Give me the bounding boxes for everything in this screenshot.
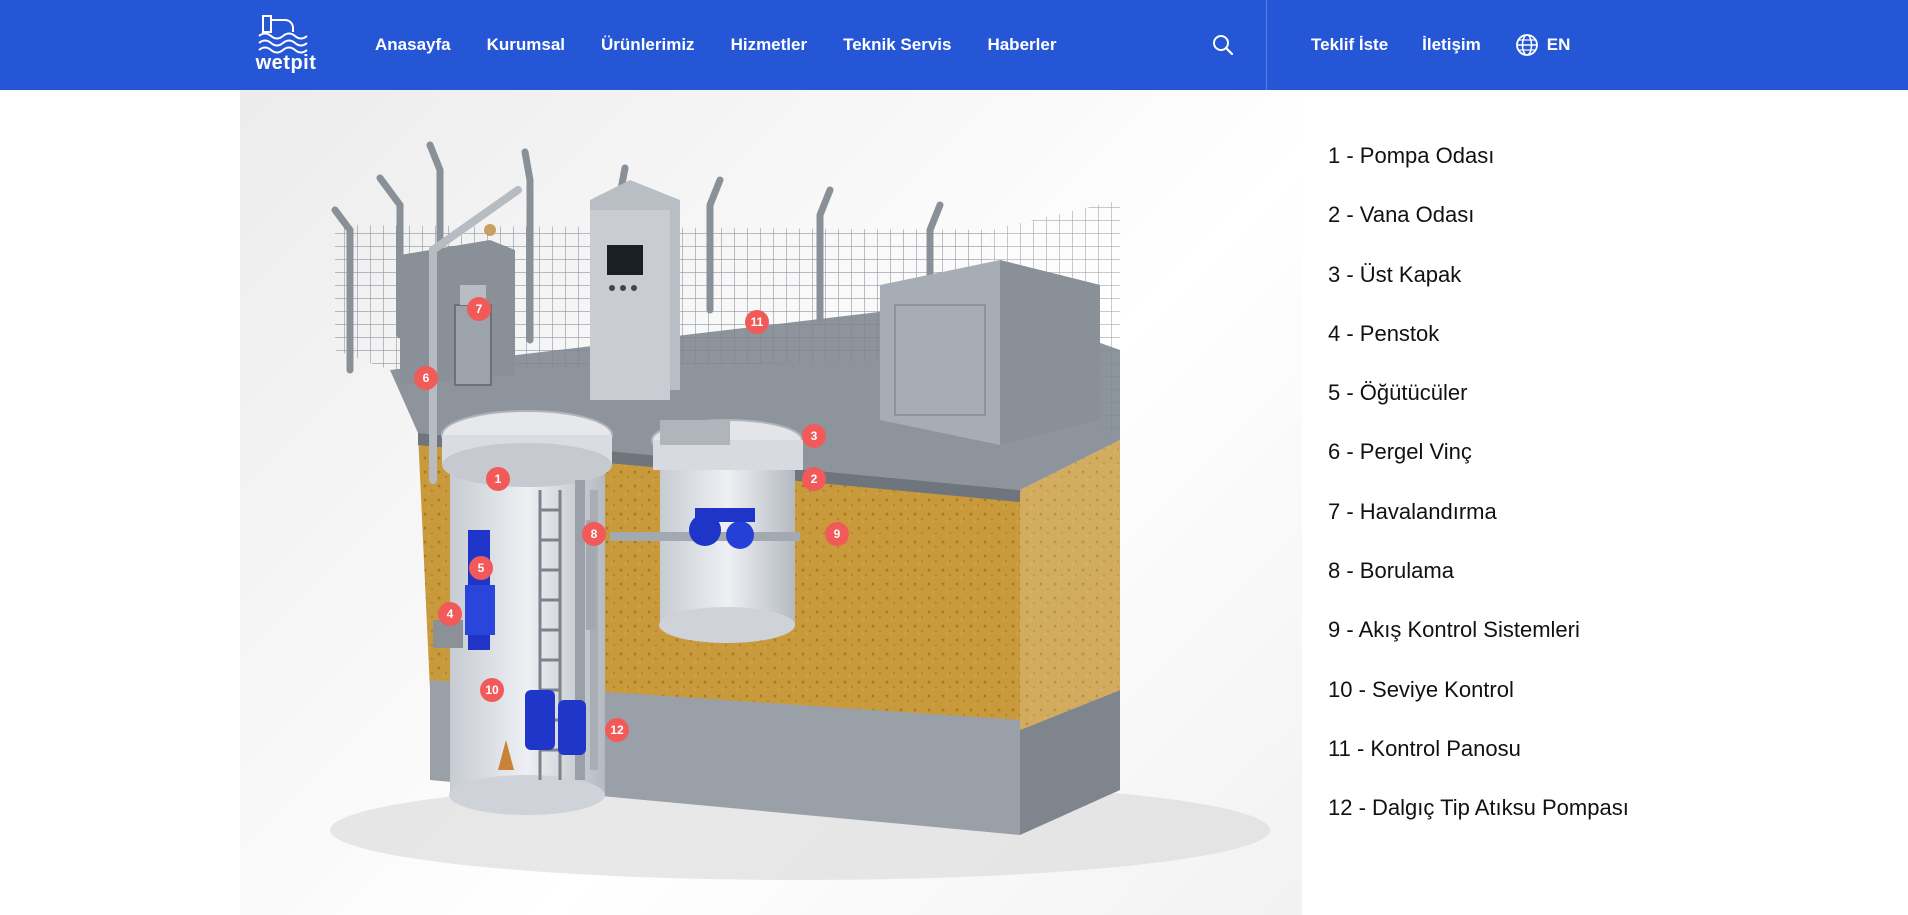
svg-text:3: 3 xyxy=(811,429,818,443)
globe-icon xyxy=(1515,34,1538,56)
nav-item-teknik-servis[interactable]: Teknik Servis xyxy=(843,35,951,55)
marker-7[interactable]: 7 xyxy=(467,297,491,321)
svg-text:12: 12 xyxy=(610,723,624,737)
contact-link[interactable]: İletişim xyxy=(1422,35,1481,55)
search-icon xyxy=(1213,35,1234,56)
nav-item-kurumsal[interactable]: Kurumsal xyxy=(487,35,565,55)
svg-text:1: 1 xyxy=(495,472,502,486)
main-nav: Anasayfa Kurumsal Ürünlerimiz Hizmetler … xyxy=(375,0,1092,90)
legend-item: 2 - Vana Odası xyxy=(1328,202,1475,228)
legend-item: 11 - Kontrol Panosu xyxy=(1328,735,1521,761)
nav-item-urunlerimiz[interactable]: Ürünlerimiz xyxy=(601,35,695,55)
svg-text:5: 5 xyxy=(478,561,485,575)
marker-9[interactable]: 9 xyxy=(825,522,849,546)
nav-item-anasayfa[interactable]: Anasayfa xyxy=(375,35,451,55)
svg-text:2: 2 xyxy=(811,472,818,486)
marker-4[interactable]: 4 xyxy=(438,602,462,626)
legend-item: 8 - Borulama xyxy=(1328,558,1454,584)
brand-logo[interactable]: wetpit xyxy=(255,14,317,76)
nav-item-hizmetler[interactable]: Hizmetler xyxy=(731,35,808,55)
svg-text:8: 8 xyxy=(591,527,598,541)
svg-text:6: 6 xyxy=(423,371,430,385)
svg-text:4: 4 xyxy=(447,607,454,621)
panel-screen xyxy=(607,245,643,275)
svg-text:9: 9 xyxy=(834,527,841,541)
marker-11[interactable]: 11 xyxy=(745,310,769,334)
search-button[interactable] xyxy=(1211,33,1235,57)
nav-item-haberler[interactable]: Haberler xyxy=(987,35,1056,55)
legend-item: 12 - Dalgıç Tip Atıksu Pompası xyxy=(1328,795,1629,821)
svg-text:10: 10 xyxy=(485,683,499,697)
component-legend: 1 - Pompa Odası 2 - Vana Odası 3 - Üst K… xyxy=(1328,142,1629,854)
brand-name: wetpit xyxy=(255,52,317,74)
legend-item: 1 - Pompa Odası xyxy=(1328,143,1495,168)
marker-6[interactable]: 6 xyxy=(414,366,438,390)
pump-station-image: 1 2 3 4 5 6 7 8 9 10 11 12 xyxy=(240,90,1302,915)
svg-text:11: 11 xyxy=(751,315,764,329)
legend-item: 9 - Akış Kontrol Sistemleri xyxy=(1328,617,1580,643)
legend-item: 6 - Pergel Vinç xyxy=(1328,439,1472,465)
marker-10[interactable]: 10 xyxy=(480,678,504,702)
marker-12[interactable]: 12 xyxy=(605,718,629,742)
legend-item: 4 - Penstok xyxy=(1328,320,1440,346)
submersible-pump xyxy=(525,690,555,750)
logo-icon xyxy=(258,15,308,54)
language-switcher[interactable]: EN xyxy=(1515,33,1571,57)
soil-side xyxy=(1020,440,1120,730)
marker-2[interactable]: 2 xyxy=(802,467,826,491)
legend-item: 10 - Seviye Kontrol xyxy=(1328,676,1514,702)
language-label: EN xyxy=(1546,35,1571,54)
legend-item: 5 - Öğütücüler xyxy=(1328,380,1468,406)
site-header: wetpit Anasayfa Kurumsal Ürünlerimiz Hiz… xyxy=(0,0,1908,90)
marker-3[interactable]: 3 xyxy=(802,424,826,448)
pump-station-illustration: 1 2 3 4 5 6 7 8 9 10 11 12 xyxy=(330,141,1270,880)
quote-link[interactable]: Teklif İste xyxy=(1311,35,1388,55)
marker-5[interactable]: 5 xyxy=(469,556,493,580)
legend-item: 3 - Üst Kapak xyxy=(1328,261,1462,287)
marker-1[interactable]: 1 xyxy=(486,467,510,491)
svg-text:7: 7 xyxy=(476,302,483,316)
header-divider xyxy=(1266,0,1267,90)
header-right-nav: Teklif İste İletişim EN xyxy=(1311,0,1570,90)
legend-item: 7 - Havalandırma xyxy=(1328,498,1497,524)
marker-8[interactable]: 8 xyxy=(582,522,606,546)
